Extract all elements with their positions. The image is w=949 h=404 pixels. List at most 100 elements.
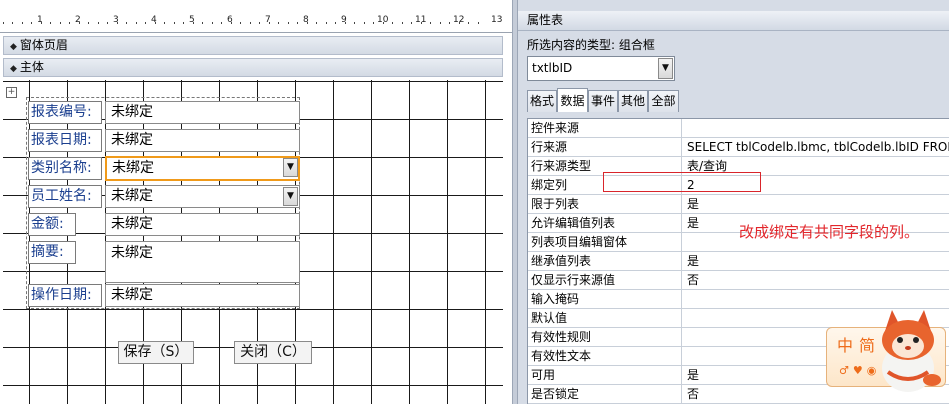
form-header-label: 窗体页眉 bbox=[19, 38, 68, 52]
ruler-tick bbox=[88, 22, 89, 24]
save-button[interactable]: 保存（S） bbox=[118, 341, 194, 364]
input-report-date[interactable]: 未绑定 bbox=[105, 129, 300, 152]
horizontal-ruler: 1 2 3 4 5 6 7 8 9 10 11 12 13 bbox=[0, 11, 512, 33]
label-summary[interactable]: 摘要: bbox=[28, 241, 76, 264]
ruler-tick bbox=[392, 22, 393, 24]
label-employee-name[interactable]: 员工姓名: bbox=[28, 185, 102, 208]
ruler-tick bbox=[278, 22, 279, 24]
input-amount[interactable]: 未绑定 bbox=[105, 213, 300, 236]
ruler-tick bbox=[259, 22, 260, 24]
property-value[interactable] bbox=[684, 119, 949, 137]
property-value[interactable]: SELECT tblCodelb.lbmc, tblCodelb.lbID FR… bbox=[684, 138, 949, 156]
section-arrow-icon: ◆ bbox=[10, 64, 17, 74]
label-report-number[interactable]: 报表编号: bbox=[28, 101, 102, 124]
property-name: 允许编辑值列表 bbox=[528, 214, 682, 232]
ruler-tick bbox=[59, 22, 61, 24]
form-designer: 1 2 3 4 5 6 7 8 9 10 11 12 13 ◆ 窗体页眉 ◆ 主体 + 报表编号: 未绑定 … bbox=[0, 0, 512, 404]
ruler-tick bbox=[287, 22, 289, 24]
tab-all[interactable]: 全部 bbox=[648, 90, 679, 112]
label-amount[interactable]: 金额: bbox=[28, 213, 76, 236]
detail-section-bar[interactable]: ◆ 主体 bbox=[3, 58, 503, 77]
ruler-tick bbox=[126, 22, 127, 24]
chevron-down-icon[interactable]: ▼ bbox=[283, 158, 298, 177]
property-name: 仅显示行来源值 bbox=[528, 271, 682, 289]
label-operation-date[interactable]: 操作日期: bbox=[28, 284, 102, 307]
ruler-tick bbox=[107, 22, 108, 24]
form-header-section-bar[interactable]: ◆ 窗体页眉 bbox=[3, 36, 503, 55]
label-category-name[interactable]: 类别名称: bbox=[28, 157, 102, 180]
tab-event[interactable]: 事件 bbox=[588, 90, 618, 112]
property-name: 控件来源 bbox=[528, 119, 682, 137]
ruler-number: 10 bbox=[377, 15, 389, 25]
chevron-down-icon[interactable]: ▼ bbox=[658, 58, 673, 79]
property-value[interactable]: 否 bbox=[684, 271, 949, 289]
ruler-number: 1 bbox=[37, 15, 43, 25]
tab-format[interactable]: 格式 bbox=[527, 90, 557, 112]
property-name: 是否锁定 bbox=[528, 385, 682, 403]
ruler-number: 13 bbox=[491, 15, 503, 25]
property-name: 有效性规则 bbox=[528, 328, 682, 346]
close-button[interactable]: 关闭（C） bbox=[234, 341, 312, 364]
ruler-tick bbox=[135, 22, 137, 24]
ruler-tick bbox=[183, 22, 184, 24]
ruler-tick bbox=[354, 22, 355, 24]
ruler-tick bbox=[373, 22, 374, 24]
label-report-date[interactable]: 报表日期: bbox=[28, 129, 102, 152]
ruler-tick bbox=[363, 22, 365, 24]
combo-employee-name[interactable]: 未绑定 ▼ bbox=[105, 185, 300, 208]
input-operation-date[interactable]: 未绑定 bbox=[105, 284, 300, 307]
combo-employee-name-value: 未绑定 bbox=[111, 188, 153, 204]
property-name: 输入掩码 bbox=[528, 290, 682, 308]
ruler-number: 2 bbox=[75, 15, 81, 25]
ruler-number: 9 bbox=[341, 15, 347, 25]
annotation-text: 改成绑定有共同字段的列。 bbox=[739, 223, 920, 241]
ruler-tick bbox=[97, 22, 99, 24]
selection-type-label: 所选内容的类型: 组合框 bbox=[527, 38, 655, 52]
ruler-number: 12 bbox=[453, 15, 465, 25]
section-arrow-icon: ◆ bbox=[10, 42, 17, 52]
ruler-tick bbox=[297, 22, 298, 24]
tab-data[interactable]: 数据 bbox=[557, 88, 588, 112]
ruler-tick bbox=[31, 22, 32, 24]
property-row[interactable]: 行来源 SELECT tblCodelb.lbmc, tblCodelb.lbID… bbox=[528, 138, 949, 157]
input-summary[interactable]: 未绑定 bbox=[105, 241, 300, 283]
ruler-number: 4 bbox=[151, 15, 157, 25]
property-name: 列表项目编辑窗体 bbox=[528, 233, 682, 251]
property-row[interactable]: 控件来源 bbox=[528, 119, 949, 138]
ruler-tick bbox=[211, 22, 213, 24]
combo-category-name[interactable]: 未绑定 ▼ bbox=[105, 156, 300, 181]
property-row[interactable]: 仅显示行来源值否 bbox=[528, 271, 949, 290]
ruler-tick bbox=[12, 22, 13, 24]
chevron-down-icon[interactable]: ▼ bbox=[283, 187, 298, 206]
property-value[interactable]: 是 bbox=[684, 252, 949, 270]
property-row[interactable]: 继承值列表是 bbox=[528, 252, 949, 271]
input-report-number[interactable]: 未绑定 bbox=[105, 101, 300, 124]
property-name: 默认值 bbox=[528, 309, 682, 327]
ruler-tick bbox=[21, 22, 23, 24]
object-selector-value: txtlbID bbox=[532, 61, 573, 75]
ruler-tick bbox=[69, 22, 70, 24]
property-value[interactable]: 是 bbox=[684, 195, 949, 213]
ruler-tick bbox=[411, 22, 412, 24]
ruler-tick bbox=[477, 22, 479, 24]
object-selector[interactable]: txtlbID ▼ bbox=[527, 56, 675, 81]
ruler-number: 7 bbox=[265, 15, 271, 25]
ruler-number: 5 bbox=[189, 15, 195, 25]
ruler-number: 3 bbox=[113, 15, 119, 25]
ruler-tick bbox=[325, 22, 327, 24]
ruler-number: 8 bbox=[303, 15, 309, 25]
property-name: 继承值列表 bbox=[528, 252, 682, 270]
ruler-tick bbox=[240, 22, 241, 24]
ruler-tick bbox=[401, 22, 403, 24]
layout-selector-icon[interactable]: + bbox=[6, 87, 17, 98]
ime-mascot-icon[interactable] bbox=[862, 306, 946, 396]
property-row[interactable]: 限于列表是 bbox=[528, 195, 949, 214]
ruler-tick bbox=[468, 22, 469, 24]
ruler-tick bbox=[335, 22, 336, 24]
tab-other[interactable]: 其他 bbox=[618, 90, 648, 112]
ruler-tick bbox=[164, 22, 165, 24]
ruler-tick bbox=[145, 22, 146, 24]
ruler-tick bbox=[449, 22, 450, 24]
ruler-tick bbox=[202, 22, 203, 24]
property-sheet-title: 属性表 bbox=[518, 11, 949, 31]
